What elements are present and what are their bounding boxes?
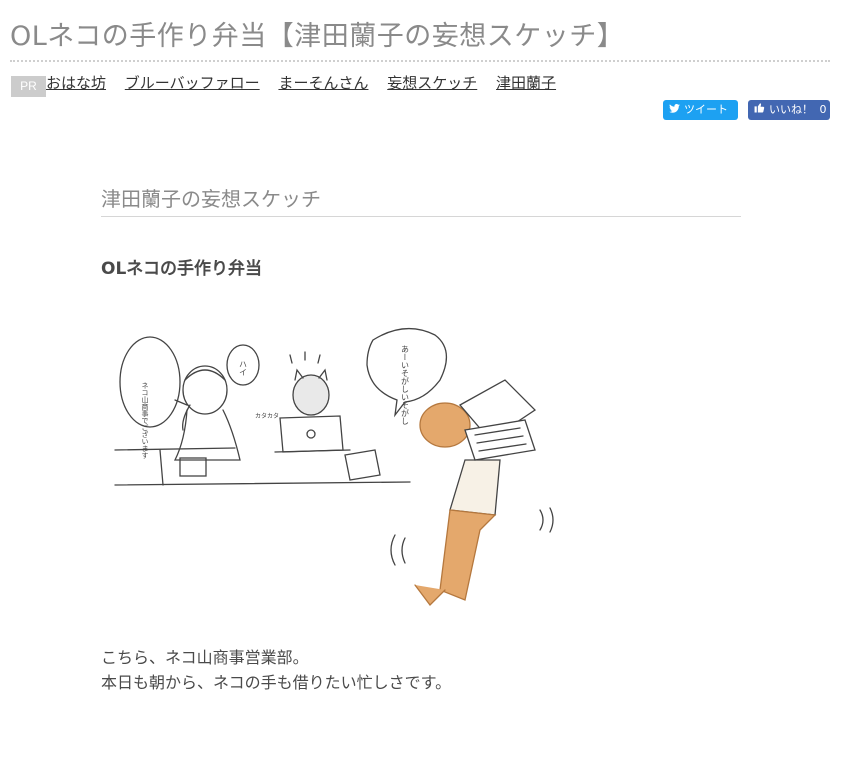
article-paragraph: 本日も朝から、ネコの手も借りたい忙しさです。: [101, 673, 452, 692]
phone-speech-bubble: [119, 336, 181, 428]
woman-on-phone-drawing: [173, 365, 241, 461]
office-cat-illustration: ネコ山商事でございます ハイ あーいそがしいそがし カタカタ: [114, 327, 554, 606]
section-divider: [101, 216, 741, 217]
desk-line: [114, 481, 411, 486]
tag-link-tsuda-ranko[interactable]: 津田蘭子: [496, 74, 556, 92]
tag-link-ohanabou[interactable]: おはな坊: [46, 74, 106, 92]
busy-bubble-text: あーいそがしいそがし: [401, 345, 410, 425]
twitter-bird-icon: [669, 100, 680, 120]
keyboard-drawing: [179, 457, 207, 477]
tag-link-mousou-sketch[interactable]: 妄想スケッチ: [387, 74, 477, 92]
section-title: 津田蘭子の妄想スケッチ: [101, 187, 321, 211]
article-title: OLネコの手作り弁当: [101, 259, 262, 279]
pr-badge: PR: [11, 76, 46, 97]
title-divider: [10, 60, 830, 62]
like-count: 0: [819, 103, 827, 116]
typing-sfx-text: カタカタ: [255, 412, 279, 420]
article-paragraph: こちら、ネコ山商事営業部。: [101, 648, 309, 667]
reply-bubble-text: ハイ: [239, 360, 248, 376]
like-label: いいね！: [769, 103, 813, 116]
laptop-drawing: [274, 415, 351, 453]
phone-bubble-text: ネコ山商事でございます: [141, 382, 149, 459]
thumbs-up-icon: [754, 100, 765, 120]
busy-cat-drawing: [414, 379, 537, 606]
tweet-label: ツイート: [684, 103, 728, 116]
tweet-button[interactable]: ツイート: [663, 100, 738, 120]
tag-link-blue-buffalo[interactable]: ブルーバッファロー: [125, 74, 260, 92]
like-button[interactable]: いいね！ 0: [748, 100, 830, 120]
page-title: OLネコの手作り弁当【津田蘭子の妄想スケッチ】: [10, 21, 625, 52]
article-body: こちら、ネコ山商事営業部。 本日も朝から、ネコの手も借りたい忙しさです。: [101, 645, 451, 695]
tag-list: おはな坊 ブルーバッファロー まーそんさん 妄想スケッチ 津田蘭子: [46, 72, 570, 93]
cat-at-desk-drawing: [289, 351, 330, 416]
papers-drawing: [344, 449, 381, 481]
tag-link-mason-san[interactable]: まーそんさん: [278, 74, 368, 92]
